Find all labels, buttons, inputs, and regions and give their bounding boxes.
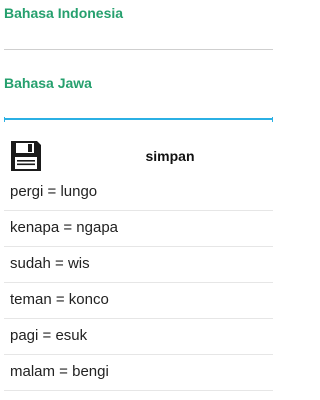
bahasa-indonesia-input[interactable]: [4, 28, 273, 50]
input-focus-edge-left: [4, 117, 5, 122]
bahasa-indonesia-label: Bahasa Indonesia: [4, 5, 124, 21]
bahasa-jawa-label: Bahasa Jawa: [4, 75, 92, 91]
list-item[interactable]: kenapa = ngapa: [4, 211, 273, 247]
save-row: simpan: [0, 134, 277, 178]
list-item[interactable]: sudah = wis: [4, 247, 273, 283]
list-item[interactable]: teman = konco: [4, 283, 273, 319]
save-button[interactable]: simpan: [120, 148, 220, 164]
list-item[interactable]: malam = bengi: [4, 355, 273, 391]
floppy-disk-icon[interactable]: [10, 140, 42, 172]
input-focus-edge-right: [272, 117, 273, 122]
list-item[interactable]: pergi = lungo: [4, 175, 273, 211]
list-item[interactable]: pagi = esuk: [4, 319, 273, 355]
word-list: pergi = lungo kenapa = ngapa sudah = wis te…: [4, 175, 273, 391]
bahasa-jawa-input[interactable]: [4, 98, 273, 120]
